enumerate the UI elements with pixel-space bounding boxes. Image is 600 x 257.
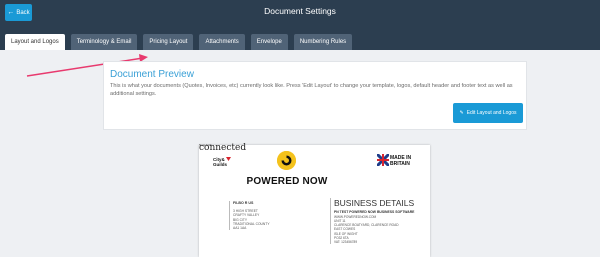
svg-text:BRITAIN: BRITAIN: [390, 161, 410, 166]
document-preview-card: Document Preview This is what your docum…: [103, 61, 527, 130]
tab-attachments[interactable]: Attachments: [199, 34, 245, 50]
page-title: Document Settings: [264, 6, 336, 16]
tab-bar: Layout and Logos Terminology & Email Pri…: [5, 34, 353, 50]
document-preview: Now both connected City& Guilds POWERED …: [199, 143, 430, 257]
powered-now-logo-icon: [277, 151, 296, 170]
city-guilds-logo: City& Guilds: [213, 156, 233, 170]
tab-numbering-rules[interactable]: Numbering Rules: [293, 34, 353, 50]
client-address-line: AA1 1AA: [233, 226, 247, 231]
preview-title: Document Preview: [110, 69, 194, 80]
client-name: FILBO R US: [233, 201, 254, 205]
pencil-icon: ✎: [459, 110, 464, 116]
powered-now-brand: POWERED NOW: [246, 176, 328, 187]
business-name: PN TEST POWERED NOW BUSINESS SOFTWARE: [334, 210, 415, 214]
preview-description: This is what your documents (Quotes, Inv…: [110, 83, 513, 97]
tab-layout-and-logos[interactable]: Layout and Logos: [5, 34, 65, 50]
tab-envelope[interactable]: Envelope: [250, 34, 288, 50]
tab-pricing-layout[interactable]: Pricing Layout: [143, 34, 194, 50]
made-in-britain-logo: MADE IN BRITAIN: [377, 154, 422, 166]
client-address: FILBO R US 3 HIGH STREET CRAFTY VALLEY B…: [229, 201, 289, 231]
business-details: BUSINESS DETAILS PN TEST POWERED NOW BUS…: [330, 198, 428, 245]
tab-terminology-email[interactable]: Terminology & Email: [70, 34, 138, 50]
edit-layout-label: Edit Layout and Logos: [466, 110, 517, 116]
connected-logo: connected: [199, 143, 247, 153]
svg-text:Guilds: Guilds: [213, 162, 227, 167]
edit-layout-button[interactable]: ✎ Edit Layout and Logos: [453, 103, 523, 123]
business-line: VAT: 123456789: [334, 239, 358, 244]
business-details-title: BUSINESS DETAILS: [334, 198, 415, 208]
top-bar: ← Back Document Settings Layout and Logo…: [0, 0, 600, 50]
